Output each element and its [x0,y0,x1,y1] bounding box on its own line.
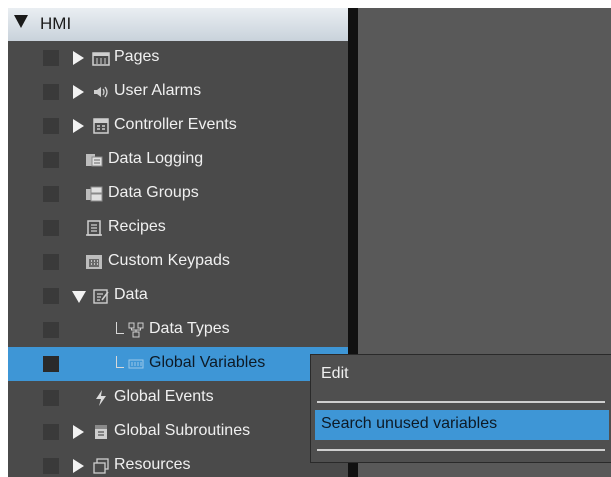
tree-item-custom-keypads[interactable]: Custom Keypads [8,245,348,279]
context-menu: Edit Search unused variables [311,355,611,462]
row-marker [43,288,59,304]
project-tree: HMI Pages User Alarms Controller Events … [8,8,348,477]
row-marker [43,186,59,202]
collapse-arrow-icon[interactable] [72,291,86,303]
tree-item-label: Data [114,286,148,303]
data-icon [92,287,110,305]
expand-arrow-icon[interactable] [73,119,84,133]
expand-arrow-icon[interactable] [73,425,84,439]
resources-icon [92,457,110,475]
tree-item-label: Data Logging [108,150,204,167]
global-variables-icon [127,355,145,373]
tree-item-data-logging[interactable]: Data Logging [8,143,348,177]
row-marker [43,356,59,372]
speaker-icon [92,83,110,101]
tree-item-label: Controller Events [114,116,237,133]
tree-item-data-groups[interactable]: Data Groups [8,177,348,211]
tree-item-label: Resources [114,456,191,473]
tree-connector [116,322,124,334]
tree-item-label: Global Events [114,388,214,405]
menu-item-edit[interactable]: Edit [311,360,611,390]
tree-item-label: Recipes [108,218,166,235]
expand-arrow-icon[interactable] [73,51,84,65]
tree-item-controller-events[interactable]: Controller Events [8,109,348,143]
tree-item-recipes[interactable]: Recipes [8,211,348,245]
row-marker [43,458,59,474]
tree-item-pages[interactable]: Pages [8,41,348,75]
row-marker [43,322,59,338]
row-marker [43,118,59,134]
data-types-icon [127,321,145,339]
row-marker [43,84,59,100]
row-marker [43,50,59,66]
tree-item-label: Global Variables [149,354,266,371]
tree-root-hmi[interactable]: HMI [8,8,348,41]
tree-item-global-variables[interactable]: Global Variables [8,347,348,381]
tree-item-label: Global Subroutines [114,422,251,439]
expand-arrow-icon[interactable] [73,85,84,99]
row-marker [43,152,59,168]
tree-root-label: HMI [40,14,72,33]
tree-item-label: Pages [114,48,160,65]
tree-item-label: Data Types [149,320,230,337]
lightning-icon [92,389,110,407]
subroutines-icon [92,423,110,441]
menu-separator [317,449,605,451]
row-marker [43,220,59,236]
tree-item-label: Data Groups [108,184,199,201]
tree-item-global-subroutines[interactable]: Global Subroutines [8,415,348,449]
data-groups-icon [85,185,103,203]
tree-connector [116,356,124,368]
tree-item-resources[interactable]: Resources [8,449,348,477]
menu-item-label: Search unused variables [321,415,498,432]
tree-item-label: User Alarms [114,82,202,99]
menu-item-label: Edit [321,365,349,382]
tree-item-global-events[interactable]: Global Events [8,381,348,415]
row-marker [43,254,59,270]
menu-separator [317,401,605,403]
pages-icon [92,49,110,67]
tree-item-label: Custom Keypads [108,252,230,269]
controller-events-icon [92,117,110,135]
keypad-icon [85,253,103,271]
row-marker [43,424,59,440]
tree-item-user-alarms[interactable]: User Alarms [8,75,348,109]
recipes-icon [85,219,103,237]
expand-arrow-icon[interactable] [73,459,84,473]
tree-item-data-types[interactable]: Data Types [8,313,348,347]
tree-item-data[interactable]: Data [8,279,348,313]
menu-item-search-unused-variables[interactable]: Search unused variables [315,410,609,440]
hmi-window: HMI Pages User Alarms Controller Events … [8,8,611,477]
collapse-arrow-icon[interactable] [14,15,28,28]
row-marker [43,390,59,406]
data-logging-icon [85,151,103,169]
